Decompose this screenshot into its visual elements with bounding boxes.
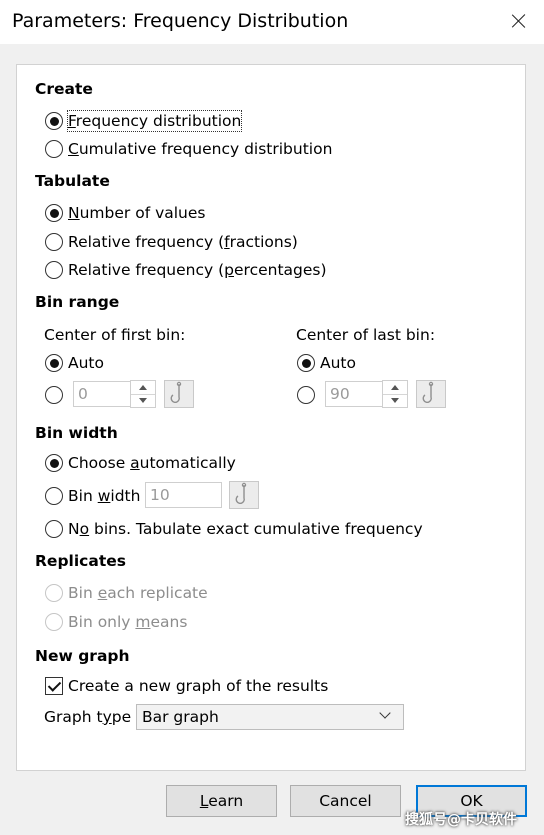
learn-button[interactable]: Learn xyxy=(166,785,277,817)
cumulative-distribution-radio[interactable] xyxy=(45,140,63,158)
spin-up-icon[interactable] xyxy=(383,381,407,395)
bin-each-replicate-label: Bin each replicate xyxy=(68,584,208,602)
relative-percentages-label[interactable]: Relative frequency (percentages) xyxy=(68,260,327,280)
cancel-button[interactable]: Cancel xyxy=(290,785,401,817)
relative-percentages-radio[interactable] xyxy=(45,261,63,279)
first-bin-hook-button[interactable] xyxy=(164,380,194,408)
hook-icon xyxy=(422,381,434,403)
graph-type-value: Bar graph xyxy=(142,708,219,726)
bin-only-means-radio xyxy=(45,613,63,631)
new-graph-header: New graph xyxy=(35,647,130,665)
graph-type-select[interactable]: Bar graph xyxy=(136,704,404,730)
frequency-distribution-label[interactable]: Frequency distribution xyxy=(66,110,243,132)
watermark: 搜狐号@卡贝软件 xyxy=(405,812,517,828)
bin-only-means-label: Bin only means xyxy=(68,613,188,631)
create-header: Create xyxy=(35,80,93,98)
first-bin-auto-radio[interactable] xyxy=(45,354,63,372)
graph-type-label: Graph type xyxy=(44,708,132,726)
last-bin-auto-label[interactable]: Auto xyxy=(320,353,356,373)
bin-width-input[interactable]: 10 xyxy=(145,482,222,508)
choose-automatically-label[interactable]: Choose automatically xyxy=(68,453,236,473)
bin-width-radio[interactable] xyxy=(45,487,63,505)
number-of-values-radio[interactable] xyxy=(45,204,63,222)
bin-range-header: Bin range xyxy=(35,293,120,311)
first-bin-label: Center of first bin: xyxy=(44,326,186,344)
hook-icon xyxy=(170,381,182,403)
create-graph-label[interactable]: Create a new graph of the results xyxy=(68,676,328,696)
no-bins-radio[interactable] xyxy=(45,520,63,538)
relative-fractions-radio[interactable] xyxy=(45,233,63,251)
spin-down-icon[interactable] xyxy=(383,394,407,407)
window-title: Parameters: Frequency Distribution xyxy=(12,10,349,32)
bin-width-hook-button[interactable] xyxy=(229,481,259,509)
replicates-header: Replicates xyxy=(35,552,126,570)
spin-down-icon[interactable] xyxy=(131,394,155,407)
close-icon[interactable] xyxy=(502,4,536,38)
last-bin-value-radio[interactable] xyxy=(297,386,315,404)
bin-width-label[interactable]: Bin width xyxy=(68,486,140,506)
title-bar: Parameters: Frequency Distribution xyxy=(0,0,544,44)
create-graph-checkbox[interactable] xyxy=(45,677,63,695)
spin-up-icon[interactable] xyxy=(131,381,155,395)
first-bin-value-radio[interactable] xyxy=(45,386,63,404)
relative-fractions-label[interactable]: Relative frequency (fractions) xyxy=(68,232,298,252)
hook-icon xyxy=(235,482,247,504)
first-bin-auto-label[interactable]: Auto xyxy=(68,353,104,373)
cumulative-distribution-label[interactable]: Cumulative frequency distribution xyxy=(68,139,332,159)
last-bin-input[interactable]: 90 xyxy=(325,381,383,407)
last-bin-spinner[interactable] xyxy=(382,380,408,408)
first-bin-spinner[interactable] xyxy=(130,380,156,408)
last-bin-label: Center of last bin: xyxy=(296,326,436,344)
number-of-values-label[interactable]: Number of values xyxy=(68,203,206,223)
choose-automatically-radio[interactable] xyxy=(45,454,63,472)
tabulate-header: Tabulate xyxy=(35,172,110,190)
frequency-distribution-radio[interactable] xyxy=(45,112,63,130)
last-bin-auto-radio[interactable] xyxy=(297,354,315,372)
chevron-down-icon xyxy=(379,707,391,719)
no-bins-label[interactable]: No bins. Tabulate exact cumulative frequ… xyxy=(68,519,423,539)
last-bin-hook-button[interactable] xyxy=(416,380,446,408)
first-bin-input[interactable]: 0 xyxy=(73,381,131,407)
dialog-body: Create Frequency distribution Cumulative… xyxy=(0,44,544,835)
bin-width-header: Bin width xyxy=(35,424,118,442)
bin-each-replicate-radio xyxy=(45,584,63,602)
